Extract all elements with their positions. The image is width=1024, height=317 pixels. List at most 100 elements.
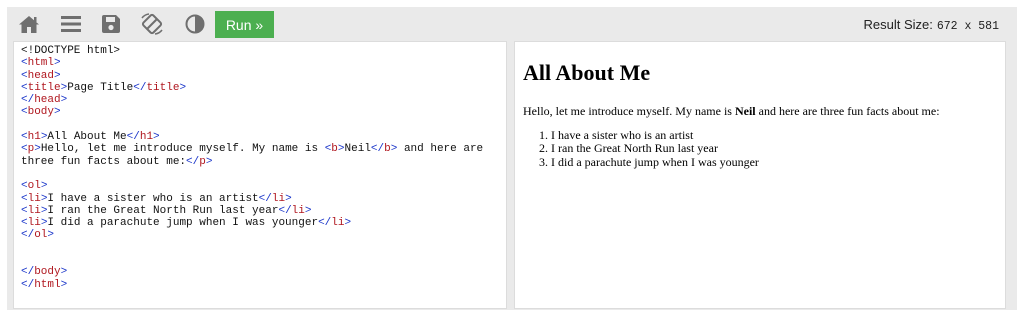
code-editor[interactable]: <!DOCTYPE html> <html> <head> <title>Page T… (13, 41, 507, 309)
code-bracket: </ (21, 94, 35, 107)
code-tag-name: title (27, 81, 61, 94)
menu-icon-glyph (61, 16, 81, 32)
code-tag-name: html (27, 57, 55, 70)
result-size-label: Result Size: (863, 17, 933, 32)
list-item: I did a parachute jump when I was younge… (551, 155, 993, 169)
code-bracket: < (21, 131, 28, 144)
save-icon[interactable] (99, 12, 123, 36)
code-bracket: > (179, 81, 187, 94)
code-bracket: < (21, 81, 28, 94)
code-text-token: I have a sister who is an artist (47, 192, 259, 205)
code-line: </ol> (21, 229, 483, 241)
code-tag-name: li (271, 192, 286, 205)
code-tag-name: li (27, 204, 41, 217)
run-button[interactable]: Run » (215, 11, 274, 38)
code-text-token: All About Me (47, 131, 127, 144)
code-text-token: Neil (344, 143, 371, 156)
code-bracket: > (337, 143, 345, 156)
code-text-token: Page Title (67, 81, 134, 94)
rotate-icon[interactable] (140, 12, 164, 36)
code-bracket: > (285, 192, 292, 205)
code-bracket: < (21, 106, 28, 119)
code-tag-name: ol (34, 229, 48, 242)
code-bracket: > (40, 180, 48, 193)
code-tag-name: li (331, 217, 345, 230)
list-item: I ran the Great North Run last year (551, 141, 993, 155)
code-tag-name: p (199, 155, 206, 168)
code-tag-name: body (34, 266, 61, 279)
code-bracket: > (34, 143, 41, 156)
code-text-token: I did a parachute jump when I was younge… (47, 217, 319, 230)
home-icon[interactable] (17, 12, 41, 36)
intro-text-after: and here are three fun facts about me: (755, 104, 940, 118)
code-tag-name: h1 (139, 131, 154, 144)
editor-frame: Run » Result Size: 672 x 581 <!DOCTYPE ht… (7, 7, 1017, 310)
contrast-icon[interactable] (183, 12, 207, 36)
code-bracket: > (54, 57, 61, 70)
result-size-value: 672 x 581 (936, 20, 999, 33)
code-bracket: > (153, 131, 160, 144)
code-bracket: </ (126, 131, 140, 144)
code-bracket: < (21, 180, 28, 193)
menu-icon[interactable] (59, 12, 83, 36)
code-bracket: </ (21, 278, 35, 291)
code-line: </html> (21, 279, 483, 291)
code-tag-name: li (291, 204, 305, 217)
code-text-token: I ran the Great North Run last year (47, 204, 279, 217)
contrast-icon-glyph (185, 14, 205, 34)
code-bracket: </ (186, 155, 200, 168)
code-bracket: > (205, 155, 213, 168)
code-line: </head> (21, 94, 483, 106)
code-bracket: </ (258, 192, 272, 205)
code-bracket: </ (278, 204, 292, 217)
code-bracket: > (60, 266, 68, 279)
code-bracket: > (47, 229, 55, 242)
code-text[interactable]: <!DOCTYPE html> <html> <head> <title>Page T… (21, 45, 483, 291)
code-line: <li>I have a sister who is an artist</li… (21, 193, 483, 205)
intro-text-before: Hello, let me introduce myself. My name … (523, 104, 735, 118)
code-tag-name: body (27, 106, 55, 119)
code-tag-name: html (34, 278, 61, 291)
code-bracket: > (54, 69, 61, 82)
code-bracket: < (21, 192, 28, 205)
code-tag-name: h1 (27, 131, 41, 144)
code-bracket: </ (318, 217, 332, 230)
toolbar: Run » Result Size: 672 x 581 (7, 7, 1017, 41)
code-bracket: </ (21, 266, 35, 279)
code-text-token: and here are (397, 143, 484, 156)
code-bracket: > (60, 94, 68, 107)
code-text-token: <!DOCTYPE html> (21, 45, 121, 57)
code-line: <!DOCTYPE html> (21, 45, 483, 57)
code-bracket: </ (133, 81, 147, 94)
result-panel: All About Me Hello, let me introduce mys… (514, 41, 1006, 309)
code-tag-name: b (384, 143, 391, 156)
code-line: <p>Hello, let me introduce myself. My na… (21, 143, 483, 155)
code-tag-name: head (34, 94, 61, 107)
code-text-token: three fun facts about me: (21, 155, 187, 168)
result-heading: All About Me (523, 60, 651, 85)
code-bracket: < (21, 204, 28, 217)
code-bracket: > (54, 106, 61, 119)
code-line: </body> (21, 266, 483, 278)
code-line: <body> (21, 106, 483, 118)
code-line: <html> (21, 57, 483, 69)
result-size: Result Size: 672 x 581 (864, 17, 1000, 33)
code-bracket: </ (21, 229, 35, 242)
rotate-icon-glyph (141, 13, 163, 35)
code-tag-name: li (27, 192, 41, 205)
code-tag-name: b (331, 143, 338, 156)
code-line: <li>I ran the Great North Run last year<… (21, 205, 483, 217)
code-line: three fun facts about me:</p> (21, 156, 483, 168)
result-intro: Hello, let me introduce myself. My name … (523, 104, 993, 119)
code-line: <ol> (21, 180, 483, 192)
code-text-token: Hello, let me introduce myself. My name … (40, 143, 325, 156)
intro-name: Neil (734, 104, 756, 118)
code-tag-name: ol (27, 180, 41, 193)
code-tag-name: head (27, 69, 55, 82)
home-icon-glyph (19, 16, 39, 33)
code-bracket: < (21, 57, 28, 70)
